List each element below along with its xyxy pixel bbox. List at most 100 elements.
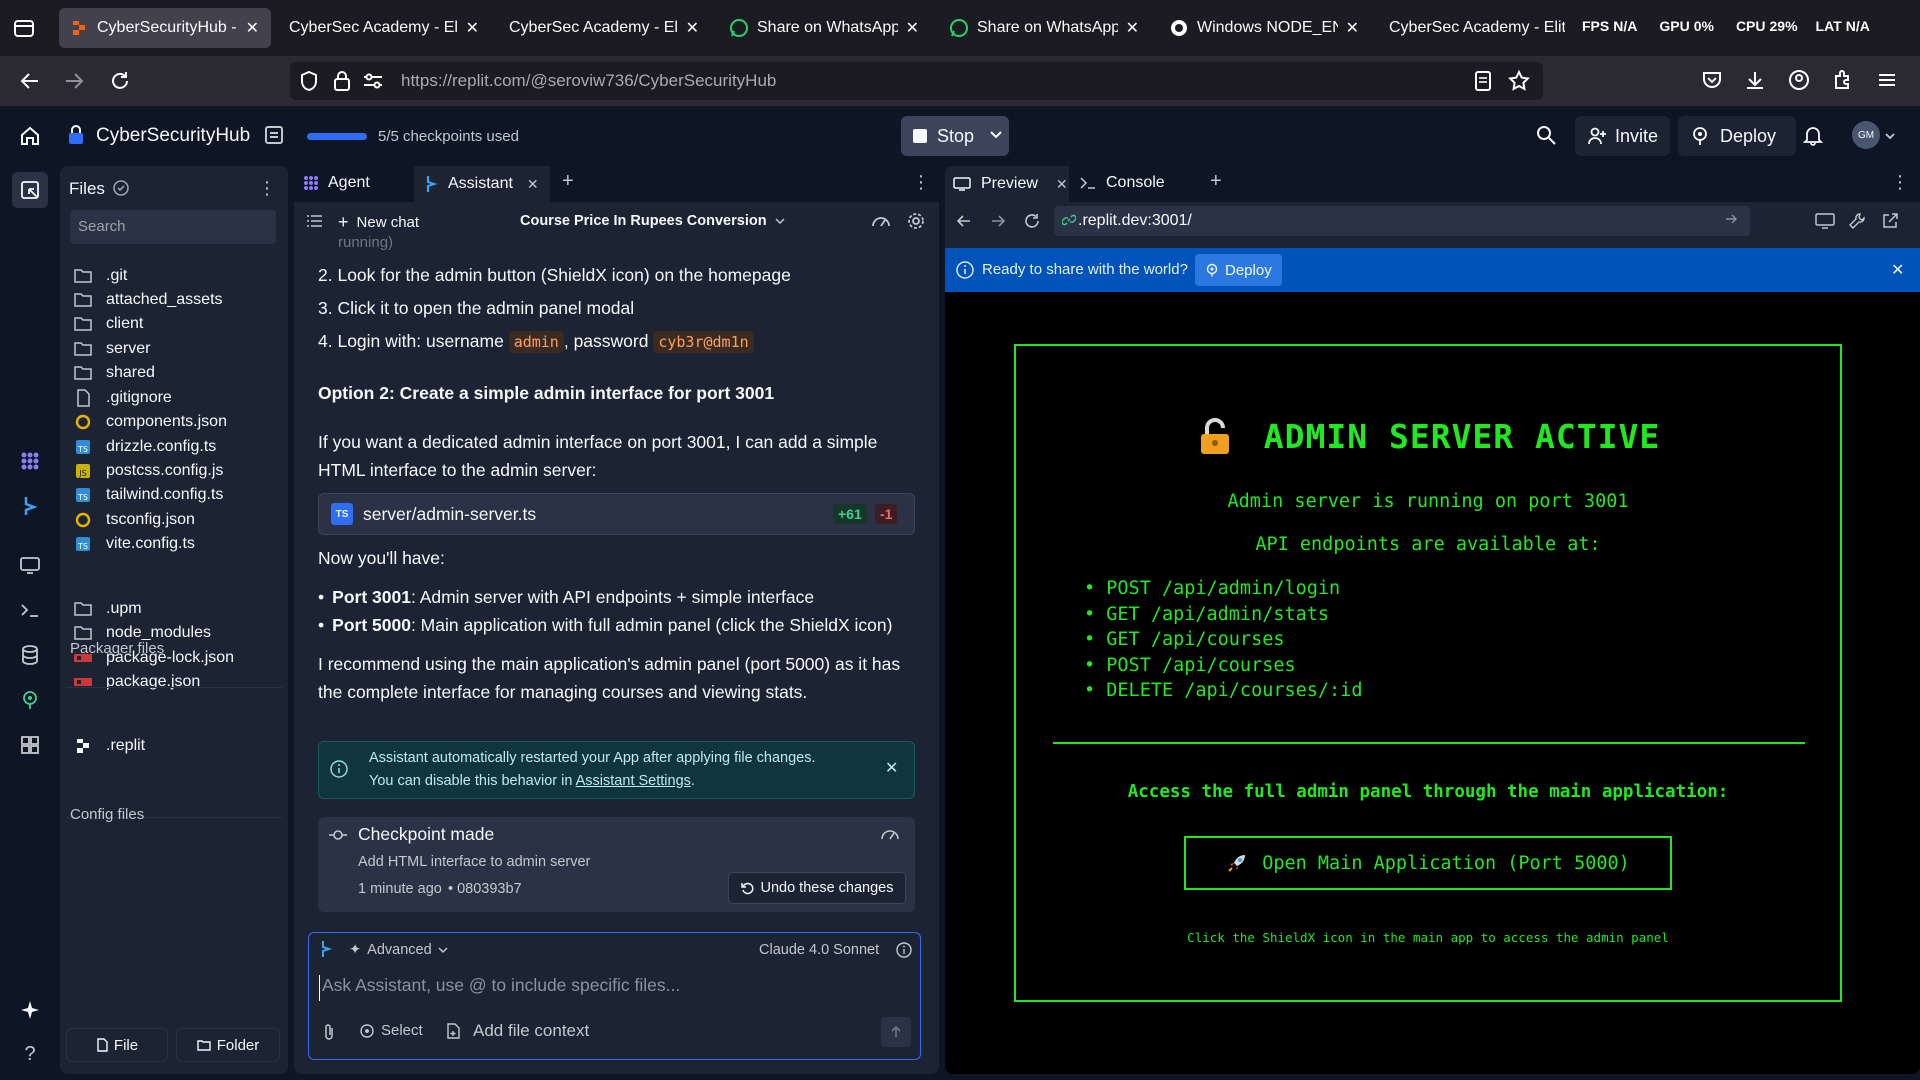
address-bar[interactable]: https://replit.com/@seroviw736/CyberSecu… xyxy=(290,62,1543,100)
browser-tab[interactable]: Share on WhatsApp ✕ xyxy=(717,8,931,48)
file-change-card[interactable]: TS server/admin-server.ts +61 -1 xyxy=(318,493,915,535)
close-icon[interactable]: ✕ xyxy=(527,176,539,193)
file-tree-item[interactable]: components.json xyxy=(72,408,227,436)
close-icon[interactable]: ✕ xyxy=(246,18,259,38)
console-icon[interactable] xyxy=(16,596,44,624)
search-input[interactable]: Search xyxy=(70,210,276,244)
gear-icon[interactable] xyxy=(906,211,926,231)
close-icon[interactable]: ✕ xyxy=(466,18,479,38)
reader-view-icon[interactable] xyxy=(1473,70,1493,92)
history-icon[interactable] xyxy=(263,124,285,146)
add-file-context-button[interactable]: Add file context xyxy=(445,1021,589,1041)
close-icon[interactable]: ✕ xyxy=(906,18,919,38)
close-icon[interactable]: ✕ xyxy=(1346,18,1359,38)
browser-tab[interactable]: CyberSec Academy - Elite ( ✕ xyxy=(497,8,711,48)
invite-button[interactable]: Invite xyxy=(1575,116,1670,156)
chat-history-icon[interactable] xyxy=(306,212,324,230)
browser-tab[interactable]: Share on WhatsApp ✕ xyxy=(937,8,1151,48)
file-tree-item[interactable]: TS vite.config.ts xyxy=(72,530,195,558)
tab-preview[interactable]: Preview ✕ xyxy=(945,166,1069,202)
permissions-icon[interactable] xyxy=(362,71,384,91)
back-icon[interactable] xyxy=(18,69,42,93)
menu-icon[interactable] xyxy=(1875,68,1899,92)
assistant-settings-link[interactable]: Assistant Settings xyxy=(576,773,691,789)
help-icon[interactable]: ? xyxy=(16,1040,44,1068)
more-options-icon[interactable]: ⋮ xyxy=(258,178,276,199)
back-icon[interactable] xyxy=(955,212,973,230)
sparkle-icon[interactable] xyxy=(16,996,44,1024)
new-folder-button[interactable]: Folder xyxy=(176,1028,280,1062)
reload-icon[interactable] xyxy=(1023,212,1041,230)
lock-icon[interactable] xyxy=(332,70,352,92)
file-tree-item[interactable]: shared xyxy=(72,359,155,387)
file-tree-item[interactable]: TS tailwind.config.ts xyxy=(72,481,223,509)
open-main-app-button[interactable]: Open Main Application (Port 5000) xyxy=(1184,836,1672,890)
notifications-bell-icon[interactable] xyxy=(1802,124,1824,146)
browser-tab[interactable]: Windows NODE_ENV F ✕ xyxy=(1157,8,1371,48)
close-icon[interactable]: ✕ xyxy=(1056,176,1068,193)
agent-icon[interactable] xyxy=(16,447,44,475)
database-icon[interactable] xyxy=(16,641,44,669)
reload-icon[interactable] xyxy=(108,69,132,93)
deployments-icon[interactable] xyxy=(16,686,44,714)
project-name[interactable]: CyberSecurityHub xyxy=(96,125,250,147)
model-selector[interactable]: Claude 4.0 Sonnet xyxy=(759,942,879,958)
banner-deploy-button[interactable]: Deploy xyxy=(1195,254,1282,286)
new-file-button[interactable]: File xyxy=(66,1028,168,1062)
browser-tab[interactable]: CyberSec Academy - Elite ( xyxy=(1377,8,1577,48)
tab-agent[interactable]: Agent xyxy=(302,174,370,192)
add-tab-icon[interactable]: + xyxy=(1210,170,1222,193)
external-link-icon[interactable] xyxy=(1881,212,1899,230)
browser-tab[interactable]: CyberSec Academy - Elite ( ✕ xyxy=(277,8,491,48)
extensions-icon[interactable] xyxy=(1831,68,1855,92)
url-text[interactable]: https://replit.com/@seroviw736/CyberSecu… xyxy=(401,71,776,91)
chevron-down-icon[interactable] xyxy=(1884,130,1896,142)
file-tree-item[interactable]: package.json xyxy=(72,668,200,696)
file-tree-item[interactable]: .replit xyxy=(72,732,145,760)
assistant-icon[interactable] xyxy=(16,492,44,520)
file-tree-item[interactable]: client xyxy=(72,310,143,338)
chat-input[interactable]: Ask Assistant, use @ to include specific… xyxy=(319,975,909,1001)
select-button[interactable]: Select xyxy=(359,1022,423,1039)
tab-console[interactable]: Console xyxy=(1080,174,1165,192)
tab-assistant[interactable]: Assistant ✕ xyxy=(414,166,550,202)
preview-url-bar[interactable]: .replit.dev:3001/ xyxy=(1054,206,1750,236)
preview-icon[interactable] xyxy=(16,551,44,579)
speed-icon[interactable] xyxy=(880,826,900,842)
speed-icon[interactable] xyxy=(870,212,892,230)
forward-icon[interactable] xyxy=(989,212,1007,230)
undo-changes-button[interactable]: Undo these changes xyxy=(728,872,906,904)
avatar[interactable]: GM xyxy=(1852,121,1880,149)
shield-icon[interactable] xyxy=(298,70,320,92)
search-icon[interactable] xyxy=(1535,124,1557,146)
files-icon[interactable] xyxy=(12,172,48,208)
browser-tab-replit[interactable]: CyberSecurityHub - Re ✕ xyxy=(59,8,271,48)
close-icon[interactable]: ✕ xyxy=(1126,18,1139,38)
info-icon[interactable] xyxy=(895,941,913,959)
close-icon[interactable]: ✕ xyxy=(686,18,699,38)
files-title: Files xyxy=(69,179,105,198)
arrow-right-icon[interactable] xyxy=(1724,212,1738,226)
more-options-icon[interactable]: ⋮ xyxy=(912,172,930,193)
add-tab-icon[interactable]: + xyxy=(562,170,574,193)
tab-list-icon[interactable] xyxy=(12,16,36,40)
bookmark-star-icon[interactable] xyxy=(1507,69,1531,93)
chevron-down-icon[interactable] xyxy=(989,128,1003,142)
close-icon[interactable]: ✕ xyxy=(885,758,898,778)
new-chat-button[interactable]: + New chat xyxy=(338,212,419,233)
advanced-dropdown[interactable]: ✦ Advanced xyxy=(349,942,448,958)
paperclip-icon[interactable] xyxy=(321,1023,337,1041)
account-icon[interactable] xyxy=(1787,68,1811,92)
chat-title-dropdown[interactable]: Course Price In Rupees Conversion xyxy=(520,213,785,229)
home-icon[interactable] xyxy=(18,124,42,148)
close-icon[interactable]: ✕ xyxy=(1891,260,1904,280)
deploy-button[interactable]: Deploy xyxy=(1678,116,1796,156)
send-button[interactable] xyxy=(881,1017,911,1047)
all-tools-icon[interactable] xyxy=(16,731,44,759)
devtools-wrench-icon[interactable] xyxy=(1848,212,1866,230)
download-icon[interactable] xyxy=(1743,68,1767,92)
forward-icon[interactable] xyxy=(62,69,86,93)
more-options-icon[interactable]: ⋮ xyxy=(1891,172,1909,193)
pocket-icon[interactable] xyxy=(1700,68,1724,92)
device-icon[interactable] xyxy=(1815,212,1835,230)
